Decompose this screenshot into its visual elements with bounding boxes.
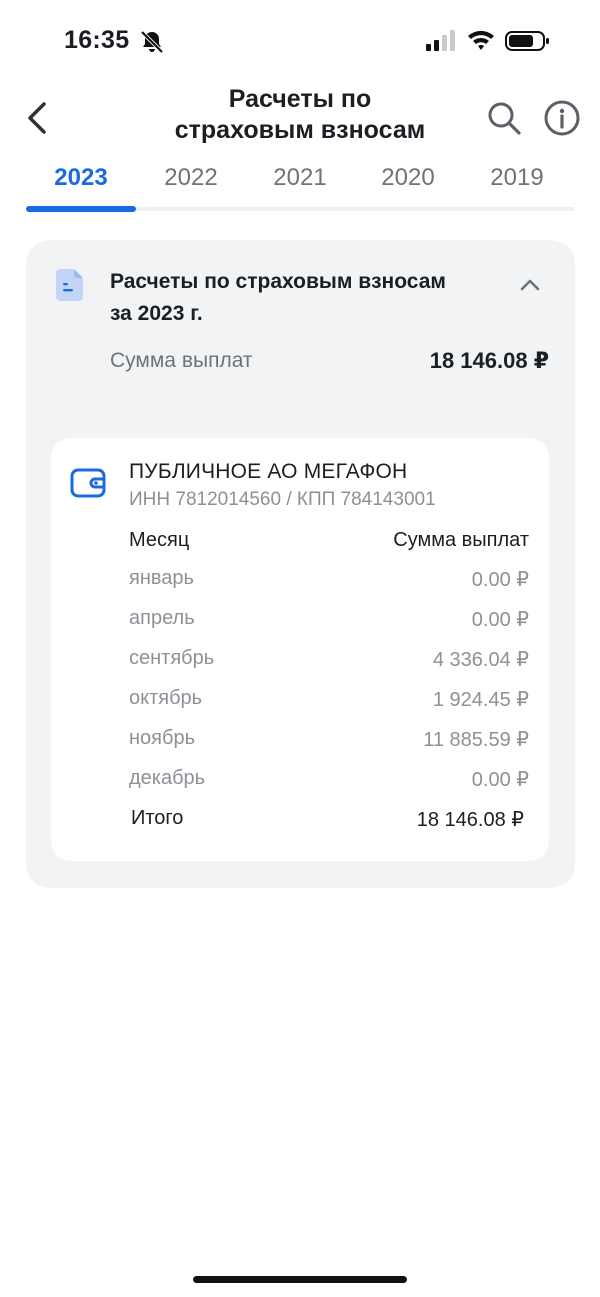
column-header-month: Месяц bbox=[129, 529, 190, 551]
row-month: октябрь bbox=[129, 687, 203, 709]
row-value: 4 336.04 ₽ bbox=[432, 649, 529, 671]
tab-2022[interactable]: 2022 bbox=[136, 164, 246, 192]
total-sum-label: Сумма выплат bbox=[110, 349, 253, 372]
tab-2020[interactable]: 2020 bbox=[353, 164, 463, 192]
row-value: 11 885.59 ₽ bbox=[423, 729, 529, 751]
table-row: ноябрь 11 885.59 ₽ bbox=[129, 727, 529, 757]
active-tab-indicator bbox=[26, 206, 136, 212]
row-month: январь bbox=[129, 567, 194, 589]
back-arrow-icon[interactable] bbox=[22, 98, 52, 138]
total-row: Итого 18 146.08 ₽ bbox=[131, 807, 524, 837]
table-row: декабрь 0.00 ₽ bbox=[129, 767, 529, 797]
search-icon[interactable] bbox=[484, 98, 524, 138]
page-title-line1: Расчеты по bbox=[228, 85, 372, 113]
summary-card: Расчеты по страховым взносам за 2023 г. … bbox=[26, 240, 575, 888]
total-value: 18 146.08 ₽ bbox=[416, 809, 524, 831]
row-value: 0.00 ₽ bbox=[471, 609, 529, 631]
table-row: апрель 0.00 ₽ bbox=[129, 607, 529, 637]
section-title[interactable]: Расчеты по страховым взносам за 2023 г. bbox=[110, 266, 510, 330]
table-row: январь 0.00 ₽ bbox=[129, 567, 529, 597]
wallet-icon bbox=[70, 468, 106, 498]
chevron-up-icon[interactable] bbox=[516, 274, 544, 294]
tab-2021[interactable]: 2021 bbox=[245, 164, 355, 192]
total-sum-value: 18 146.08 ₽ bbox=[429, 348, 549, 373]
row-month: сентябрь bbox=[129, 647, 215, 669]
app-screen: 16:35 Расчеты по страховым взносам 2023 … bbox=[0, 0, 600, 1297]
page-title-line2: страховым взносам bbox=[174, 116, 426, 144]
row-month: апрель bbox=[129, 607, 195, 629]
bell-muted-icon bbox=[140, 30, 164, 54]
column-header-sum: Сумма выплат bbox=[393, 529, 529, 551]
tab-2023[interactable]: 2023 bbox=[26, 164, 136, 192]
battery-icon bbox=[505, 31, 549, 51]
row-value: 0.00 ₽ bbox=[471, 769, 529, 791]
employer-card: ПУБЛИЧНОЕ АО МЕГАФОН ИНН 7812014560 / КП… bbox=[51, 438, 549, 861]
section-title-line1: Расчеты по страховым взносам bbox=[110, 270, 446, 293]
table-row: сентябрь 4 336.04 ₽ bbox=[129, 647, 529, 677]
year-tabs: 2023 2022 2021 2020 2019 bbox=[26, 160, 574, 216]
table-row: октябрь 1 924.45 ₽ bbox=[129, 687, 529, 717]
row-month: декабрь bbox=[129, 767, 206, 789]
status-bar: 16:35 bbox=[0, 22, 600, 62]
employer-name: ПУБЛИЧНОЕ АО МЕГАФОН bbox=[129, 460, 408, 483]
info-icon[interactable] bbox=[541, 97, 583, 139]
row-month: ноябрь bbox=[129, 727, 195, 749]
employer-ids: ИНН 7812014560 / КПП 784143001 bbox=[129, 489, 436, 510]
header: Расчеты по страховым взносам bbox=[0, 80, 600, 160]
section-title-line2: за 2023 г. bbox=[110, 302, 203, 325]
cell-signal-icon bbox=[426, 30, 455, 51]
total-label: Итого bbox=[131, 807, 184, 829]
wifi-icon bbox=[468, 30, 494, 50]
page-title: Расчеты по страховым взносам bbox=[140, 84, 460, 146]
document-icon bbox=[56, 269, 83, 301]
row-value: 0.00 ₽ bbox=[471, 569, 529, 591]
status-time: 16:35 bbox=[64, 26, 130, 54]
home-indicator[interactable] bbox=[193, 1276, 407, 1283]
tab-2019[interactable]: 2019 bbox=[462, 164, 572, 192]
row-value: 1 924.45 ₽ bbox=[432, 689, 529, 711]
